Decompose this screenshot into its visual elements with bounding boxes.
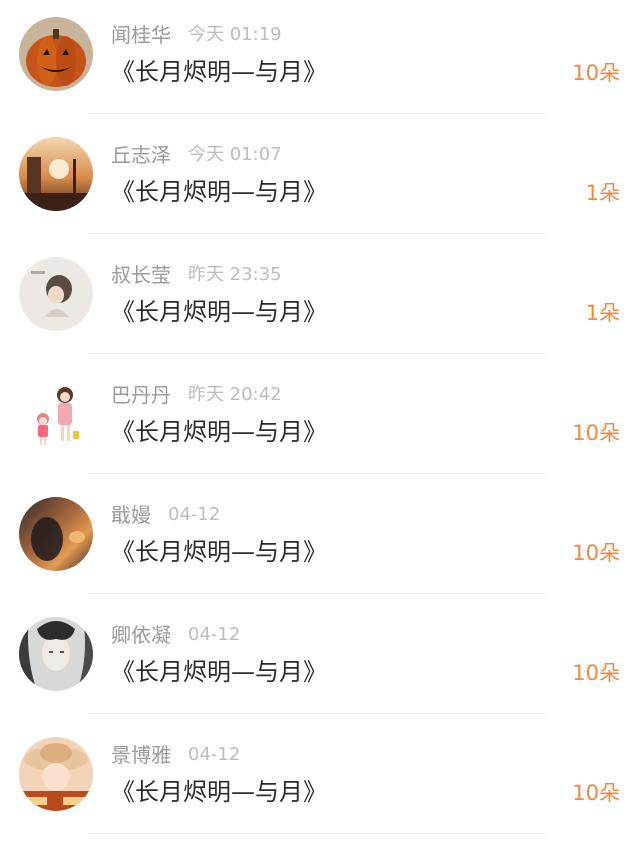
item-title[interactable]: 《长月烬明—与月》 [111,55,327,89]
sunset-portrait-avatar-icon[interactable] [19,497,93,571]
user-name[interactable]: 戢嫚 [111,503,151,527]
user-name[interactable]: 叔长莹 [111,263,171,287]
list-item[interactable]: 卿依凝 04-12 《长月烬明—与月》 10朵 [0,600,640,720]
pumpkin-avatar-icon[interactable] [19,17,93,91]
list-item[interactable]: 丘志泽 今天 01:07 《长月烬明—与月》 1朵 [0,120,640,240]
timestamp: 04-12 [168,504,221,525]
list-item[interactable]: 景博雅 04-12 《长月烬明—与月》 10朵 [0,720,640,840]
list-item[interactable]: 叔长莹 昨天 23:35 《长月烬明—与月》 1朵 [0,240,640,360]
item-title[interactable]: 《长月烬明—与月》 [111,295,327,329]
cartoon-girls-avatar-icon[interactable] [19,377,93,451]
gift-record-list: 闻桂华 今天 01:19 《长月烬明—与月》 10朵 丘志泽 今天 01:07 … [0,0,640,845]
flower-count: 1朵 [585,301,620,325]
user-name[interactable]: 巴丹丹 [111,383,171,407]
list-item[interactable]: 巴丹丹 昨天 20:42 《长月烬明—与月》 10朵 [0,360,640,480]
item-title[interactable]: 《长月烬明—与月》 [111,415,327,449]
user-name[interactable]: 卿依凝 [111,623,171,647]
user-name[interactable]: 景博雅 [111,743,171,767]
flower-count: 10朵 [572,781,620,805]
timestamp: 昨天 23:35 [188,264,282,285]
flower-count: 10朵 [572,421,620,445]
flower-count: 10朵 [572,61,620,85]
item-title[interactable]: 《长月烬明—与月》 [111,775,327,809]
timestamp: 04-12 [188,744,241,765]
hat-girl-avatar-icon[interactable] [19,737,93,811]
item-title[interactable]: 《长月烬明—与月》 [111,535,327,569]
sketch-girl-avatar-icon[interactable] [19,257,93,331]
user-name[interactable]: 闻桂华 [111,23,171,47]
flower-count: 10朵 [572,541,620,565]
ink-portrait-avatar-icon[interactable] [19,617,93,691]
user-name[interactable]: 丘志泽 [111,143,171,167]
flower-count: 1朵 [585,181,620,205]
timestamp: 昨天 20:42 [188,384,282,405]
list-item[interactable]: 闻桂华 今天 01:19 《长月烬明—与月》 10朵 [0,0,640,120]
sunset-street-avatar-icon[interactable] [19,137,93,211]
timestamp: 今天 01:07 [188,144,282,165]
timestamp: 04-12 [188,624,241,645]
list-item[interactable]: 戢嫚 04-12 《长月烬明—与月》 10朵 [0,480,640,600]
flower-count: 10朵 [572,661,620,685]
timestamp: 今天 01:19 [188,24,282,45]
item-title[interactable]: 《长月烬明—与月》 [111,175,327,209]
item-title[interactable]: 《长月烬明—与月》 [111,655,327,689]
